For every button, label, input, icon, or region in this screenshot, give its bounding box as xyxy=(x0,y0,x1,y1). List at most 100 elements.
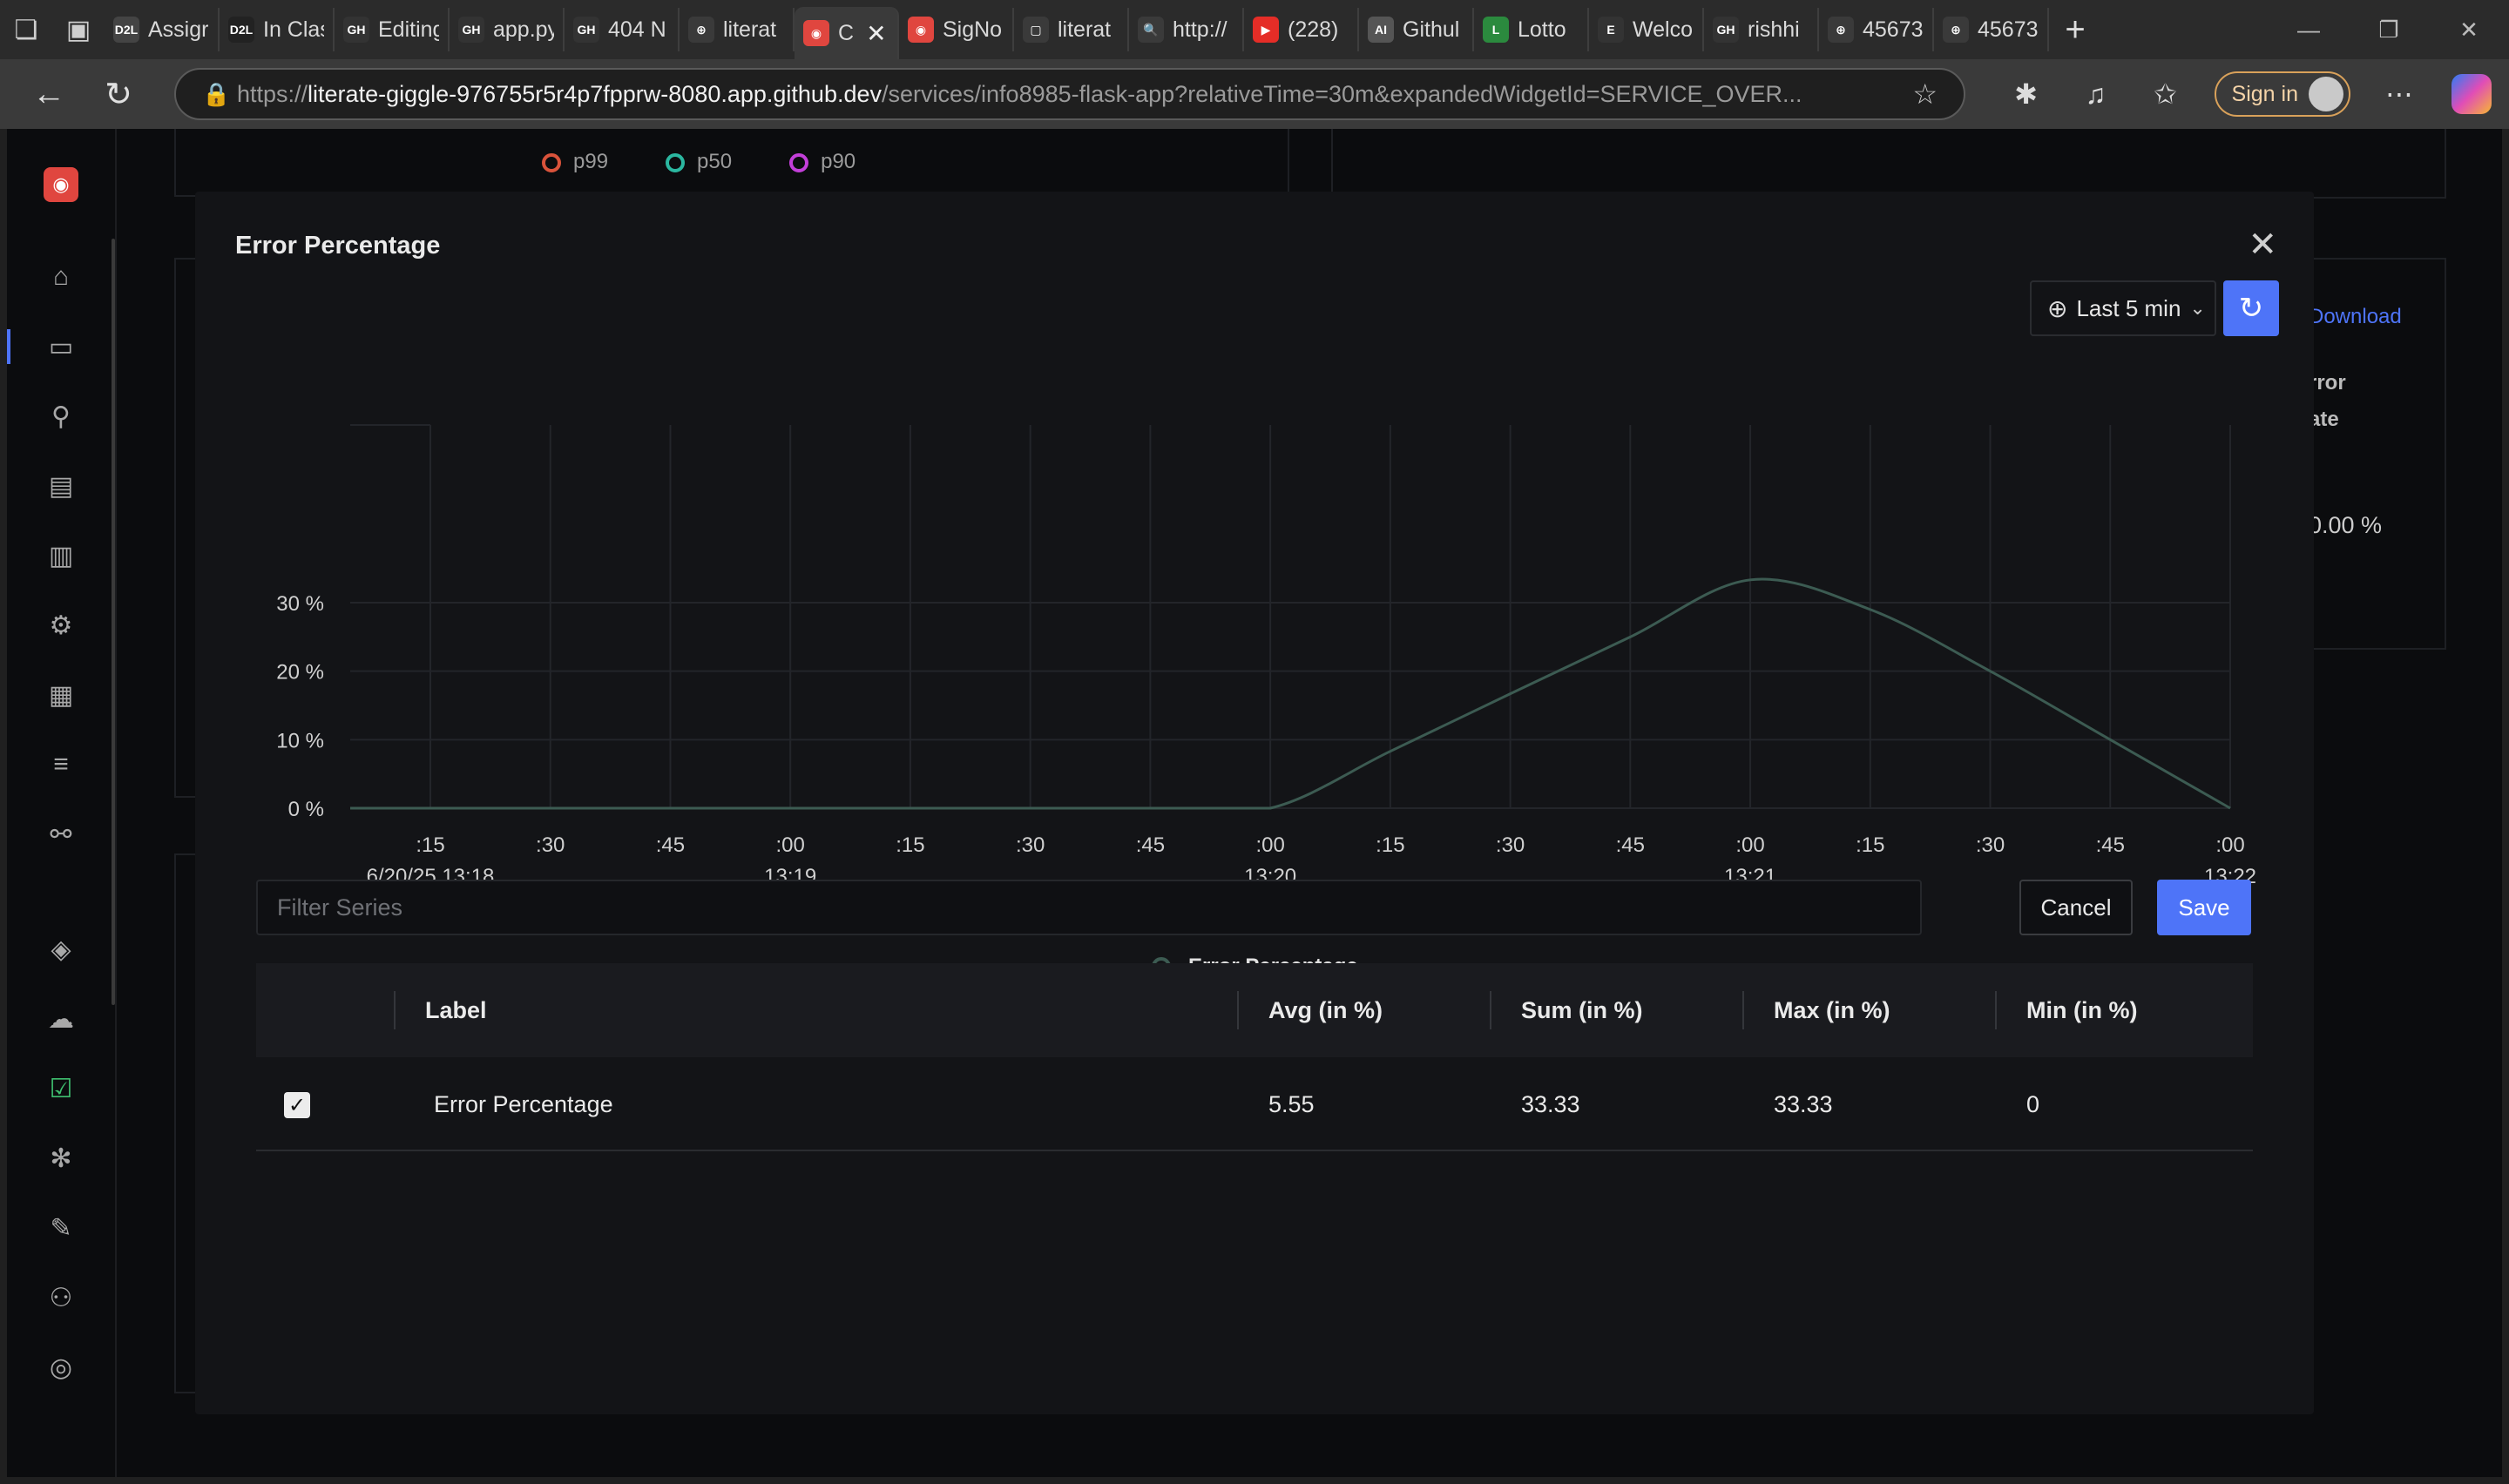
y-tick-label: 10 % xyxy=(276,729,324,752)
copilot-icon[interactable] xyxy=(2452,74,2492,114)
workspaces-icon[interactable]: ❏ xyxy=(0,0,52,59)
series-table: Label Avg (in %) Sum (in %) Max (in %) M… xyxy=(256,963,2253,1151)
tab-favicon-icon: D2L xyxy=(228,17,254,43)
browser-tab[interactable]: GH app.py xyxy=(450,8,565,51)
site-info-icon[interactable]: 🔒 xyxy=(202,81,237,108)
filter-series-input[interactable] xyxy=(277,894,1920,921)
browser-tab[interactable]: GH Editing xyxy=(335,8,450,51)
bg-legend-item[interactable]: p90 xyxy=(789,150,855,174)
tab-favicon-icon: GH xyxy=(343,17,369,43)
column-separator xyxy=(1742,991,1744,1029)
invite-member-icon[interactable]: ⚇ xyxy=(40,1277,82,1319)
tab-title: Githul xyxy=(1403,17,1460,42)
table-header: Label Avg (in %) Sum (in %) Max (in %) M… xyxy=(256,963,2253,1057)
address-bar[interactable]: 🔒 https://literate-giggle-976755r5r4p7fp… xyxy=(174,68,1965,120)
series-checkbox[interactable]: ✓ xyxy=(284,1092,310,1118)
tab-favicon-icon: ▢ xyxy=(1023,17,1049,43)
tab-actions-icon[interactable]: ▣ xyxy=(52,0,105,59)
tab-title: literat xyxy=(1058,17,1112,42)
row-max: 33.33 xyxy=(1774,1090,1833,1117)
browser-tab[interactable]: D2L Assigr xyxy=(105,8,220,51)
legend-marker-icon xyxy=(542,152,561,172)
explorer-icon[interactable]: ⚯ xyxy=(40,813,82,855)
minimize-icon[interactable]: — xyxy=(2269,0,2349,59)
browser-tab[interactable]: ◉ C ✕ xyxy=(795,7,899,59)
browser-tab[interactable]: ⊕ 45673 xyxy=(1819,8,1934,51)
logs-icon[interactable]: ▤ xyxy=(40,465,82,507)
bg-table-panel: Download rror ate 0.00 % xyxy=(2307,258,2446,650)
new-tab-button[interactable]: + xyxy=(2049,10,2101,50)
x-tick-label: :15 xyxy=(416,833,444,857)
layers-icon[interactable]: ◈ xyxy=(40,928,82,970)
checklist-icon[interactable]: ☑ xyxy=(40,1068,82,1110)
download-link[interactable]: Download xyxy=(2309,305,2402,329)
browser-tab[interactable]: ⊕ literat xyxy=(680,8,795,51)
tab-title: In Clas xyxy=(263,17,324,42)
tab-title: 45673 xyxy=(1978,17,2039,42)
browser-tab[interactable]: E Welco xyxy=(1589,8,1704,51)
tab-list: D2L Assigr D2L In Clas GH Editing GH app.py GH 40… xyxy=(105,0,2049,59)
favorite-star-icon[interactable]: ☆ xyxy=(1912,78,1938,111)
x-tick-label: :15 xyxy=(1376,833,1404,857)
integrations-icon[interactable]: ⚙ xyxy=(40,604,82,646)
services-icon[interactable]: ▭ xyxy=(7,326,82,368)
tab-title: C xyxy=(838,20,855,45)
browser-tab[interactable]: ▢ literat xyxy=(1014,8,1129,51)
browser-tab[interactable]: GH rishhi xyxy=(1704,8,1819,51)
browser-tab[interactable]: D2L In Clas xyxy=(220,8,335,51)
filter-series-input-wrap xyxy=(256,880,1922,935)
messaging-icon[interactable]: ≡ xyxy=(40,744,82,786)
tab-title: Assigr xyxy=(148,17,209,42)
browser-tab[interactable]: ◉ SigNo xyxy=(899,8,1014,51)
tab-title: app.py xyxy=(493,17,554,42)
sign-in-button[interactable]: Sign in xyxy=(2214,71,2350,117)
traces-icon[interactable]: ⚲ xyxy=(40,395,82,437)
sidebar-scrollbar[interactable] xyxy=(112,239,115,1005)
error-percentage-chart[interactable]: 0 %10 %20 %30 %:156/20/25 13:18:30:45:00… xyxy=(195,192,2314,888)
extensions-icon[interactable]: ✱ xyxy=(1992,59,2061,129)
bg-cell-value: 0.00 % xyxy=(2309,512,2383,538)
browser-tab[interactable]: ⊕ 45673 xyxy=(1934,8,2049,51)
reload-icon[interactable]: ↻ xyxy=(84,59,153,129)
cloud-icon[interactable]: ☁ xyxy=(40,998,82,1040)
column-separator xyxy=(1237,991,1239,1029)
favorites-icon[interactable]: ✩ xyxy=(2131,59,2201,129)
more-menu-icon[interactable]: ⋯ xyxy=(2364,59,2434,129)
browser-tab[interactable]: ▶ (228) xyxy=(1244,8,1359,51)
tab-favicon-icon: GH xyxy=(1713,17,1739,43)
cancel-button[interactable]: Cancel xyxy=(2019,880,2133,935)
browser-tab[interactable]: 🔍 http:// xyxy=(1129,8,1244,51)
tab-favicon-icon: E xyxy=(1598,17,1624,43)
slack-icon[interactable]: ✻ xyxy=(40,1137,82,1179)
bg-legend-item[interactable]: p50 xyxy=(666,150,732,174)
tab-favicon-icon: GH xyxy=(458,17,484,43)
home-icon[interactable]: ⌂ xyxy=(40,256,82,298)
back-icon[interactable]: ← xyxy=(14,59,84,129)
browser-toolbar: ← ↻ 🔒 https://literate-giggle-976755r5r4… xyxy=(0,59,2509,129)
bg-legend-label: p99 xyxy=(573,150,609,173)
bg-latency-panel: p99 p50 p90 xyxy=(174,129,1289,197)
close-tab-icon[interactable]: ✕ xyxy=(866,19,886,48)
user-profile-icon[interactable]: ◎ xyxy=(40,1346,82,1388)
tab-favicon-icon: ◉ xyxy=(803,20,829,46)
x-tick-label: :45 xyxy=(656,833,685,857)
metrics-icon[interactable]: ▥ xyxy=(40,535,82,577)
browser-tab[interactable]: GH 404 N xyxy=(565,8,680,51)
media-icon[interactable]: ♫ xyxy=(2061,59,2131,129)
restore-icon[interactable]: ❐ xyxy=(2349,0,2429,59)
col-min: Min (in %) xyxy=(2026,996,2138,1023)
bg-legend-label: p90 xyxy=(821,150,856,173)
bg-legend-item[interactable]: p99 xyxy=(542,150,608,174)
docs-icon[interactable]: ✎ xyxy=(40,1207,82,1249)
url-text[interactable]: https://literate-giggle-976755r5r4p7fppr… xyxy=(237,81,1875,108)
close-window-icon[interactable]: ✕ xyxy=(2429,0,2509,59)
browser-tab[interactable]: L Lotto xyxy=(1474,8,1589,51)
signoz-logo-icon[interactable]: ◉ xyxy=(44,167,78,202)
y-tick-label: 30 % xyxy=(276,592,324,616)
x-tick-label: :00 xyxy=(1255,833,1284,857)
browser-tab[interactable]: AI Githul xyxy=(1359,8,1474,51)
dashboards-icon[interactable]: ▦ xyxy=(40,674,82,716)
tab-title: Lotto xyxy=(1518,17,1566,42)
save-button[interactable]: Save xyxy=(2157,880,2251,935)
screen: ❏ ▣ D2L Assigr D2L In Clas GH Editing GH app.py… xyxy=(0,0,2509,1484)
